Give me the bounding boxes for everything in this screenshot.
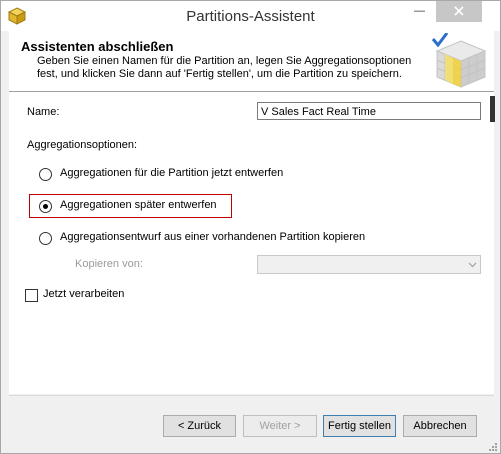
window-edge-marker bbox=[490, 96, 495, 122]
name-label: Name: bbox=[27, 106, 60, 118]
copy-from-label: Kopieren von: bbox=[75, 258, 143, 270]
radio-copy-design[interactable] bbox=[39, 232, 52, 245]
partition-name-input[interactable]: V Sales Fact Real Time bbox=[257, 102, 481, 120]
next-button[interactable]: Weiter > bbox=[243, 415, 317, 437]
wizard-content: Name: V Sales Fact Real Time Aggregation… bbox=[9, 92, 494, 394]
radio-design-later[interactable] bbox=[39, 200, 52, 213]
aggregation-options-label: Aggregationsoptionen: bbox=[27, 139, 138, 151]
page-title: Assistenten abschließen bbox=[21, 39, 174, 54]
resize-grip-icon[interactable] bbox=[489, 442, 498, 451]
close-button[interactable] bbox=[436, 1, 482, 22]
title-bar[interactable]: Partitions-Assistent — bbox=[1, 1, 500, 31]
back-button[interactable]: < Zurück bbox=[163, 415, 236, 437]
cube-checkmark-icon bbox=[431, 33, 487, 88]
process-now-label: Jetzt verarbeiten bbox=[43, 288, 125, 300]
page-description: Geben Sie einen Namen für die Partition … bbox=[37, 55, 412, 80]
wizard-footer: < Zurück Weiter > Fertig stellen Abbrech… bbox=[9, 395, 494, 448]
minimize-icon: — bbox=[414, 5, 425, 17]
wizard-header: Assistenten abschließen Geben Sie einen … bbox=[9, 31, 494, 92]
partitions-wizard-window: Partitions-Assistent — Assistenten absch… bbox=[0, 0, 501, 454]
copy-from-dropdown[interactable] bbox=[257, 255, 481, 274]
process-now-checkbox[interactable] bbox=[25, 289, 38, 302]
option-design-later-label: Aggregationen später entwerfen bbox=[60, 199, 217, 211]
finish-button[interactable]: Fertig stellen bbox=[323, 415, 396, 437]
cancel-button[interactable]: Abbrechen bbox=[403, 415, 477, 437]
radio-design-now[interactable] bbox=[39, 168, 52, 181]
option-design-now-label: Aggregationen für die Partition jetzt en… bbox=[60, 167, 284, 179]
option-copy-design-label: Aggregationsentwurf aus einer vorhandene… bbox=[60, 231, 366, 243]
chevron-down-icon bbox=[468, 262, 477, 268]
minimize-button[interactable]: — bbox=[405, 1, 434, 22]
close-icon bbox=[454, 6, 464, 16]
